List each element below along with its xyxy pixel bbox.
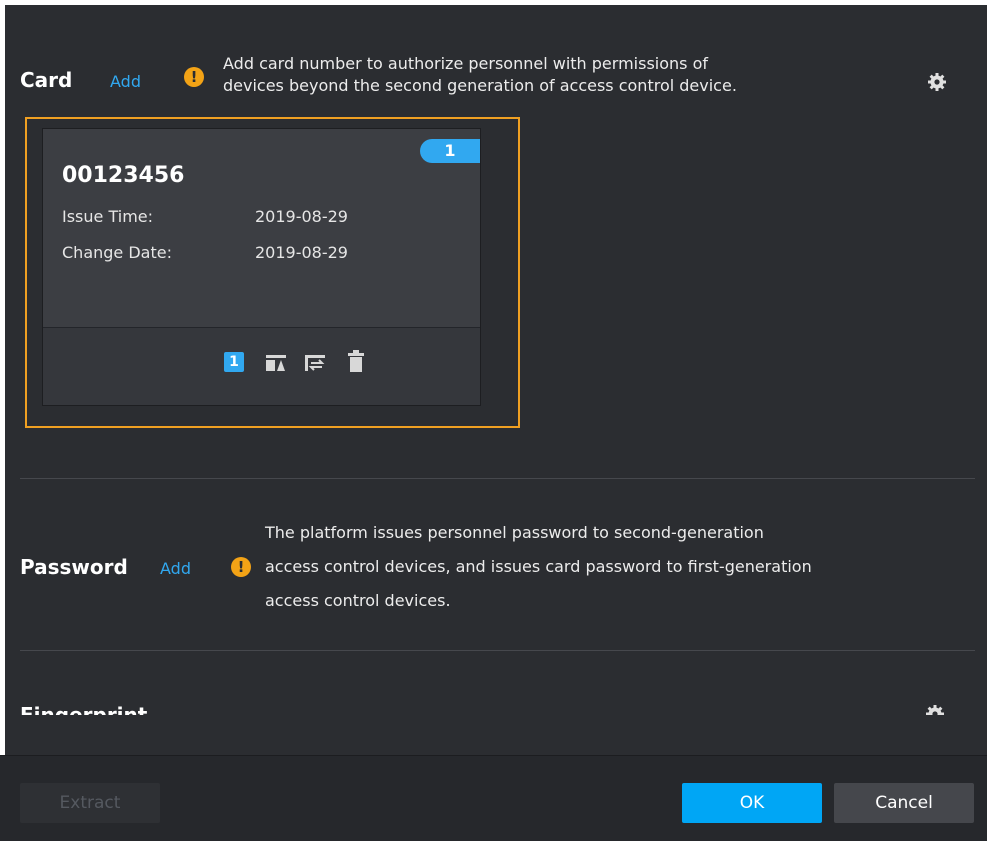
gear-icon[interactable] [925,704,945,715]
fingerprint-section-clip: Fingerprint [0,690,987,715]
warning-icon: ! [231,557,251,577]
main-card-icon[interactable]: 1 [224,352,244,372]
card-item[interactable]: 1 00123456 Issue Time: 2019-08-29 Change… [42,128,481,406]
window-top-edge [0,0,987,5]
fingerprint-section-title: Fingerprint [20,703,148,715]
extract-button[interactable]: Extract [20,783,160,823]
card-section-title: Card [20,68,73,92]
issue-time-label: Issue Time: [62,207,154,226]
change-card-icon[interactable] [305,350,325,372]
section-divider [20,650,975,651]
password-hint-line1: The platform issues personnel password t… [265,523,764,542]
gear-icon[interactable] [927,72,947,92]
card-hint-line2: devices beyond the second generation of … [223,76,737,95]
issue-card-icon[interactable] [266,350,286,372]
card-index-badge: 1 [420,139,480,163]
password-hint-line2: access control devices, and issues card … [265,557,812,576]
change-date-value: 2019-08-29 [255,243,348,262]
add-password-link[interactable]: Add [160,559,191,578]
issue-time-value: 2019-08-29 [255,207,348,226]
section-divider [20,478,975,479]
add-card-link[interactable]: Add [110,72,141,91]
cancel-button[interactable]: Cancel [834,783,974,823]
delete-icon[interactable] [346,350,366,372]
card-actions-bar: 1 [43,328,480,405]
ok-button[interactable]: OK [682,783,822,823]
password-section-title: Password [20,555,128,579]
password-hint-line3: access control devices. [265,591,451,610]
card-number: 00123456 [62,163,185,188]
change-date-label: Change Date: [62,243,172,262]
dialog-footer: Extract OK Cancel [0,755,987,841]
card-hint-line1: Add card number to authorize personnel w… [223,54,708,73]
warning-icon: ! [184,67,204,87]
